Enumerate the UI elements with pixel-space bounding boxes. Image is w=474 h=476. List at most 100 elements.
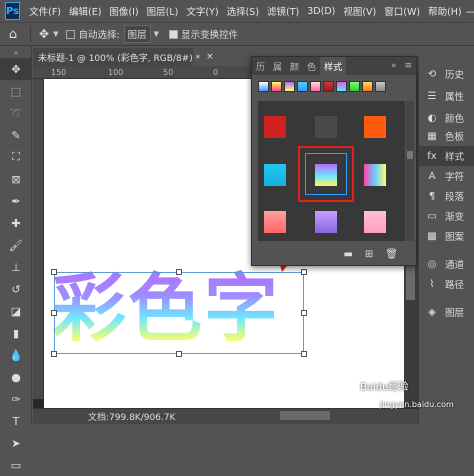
style-thumbnail[interactable] [271, 81, 282, 92]
history-brush-tool-icon[interactable]: ↺ [0, 278, 32, 300]
auto-select-checkbox[interactable] [66, 29, 76, 39]
pen-tool-icon[interactable]: ✑ [0, 388, 32, 410]
transform-handle[interactable] [176, 351, 182, 357]
healing-tool-icon[interactable]: ✚ [0, 212, 32, 234]
gradient-tool-icon[interactable]: ▮ [0, 322, 32, 344]
tab-swatches[interactable]: 色 [303, 60, 320, 73]
dock-history[interactable]: ⟲ 历史 [419, 64, 474, 84]
quick-select-tool-icon[interactable]: ✎ [0, 124, 32, 146]
transform-bounding-box[interactable] [51, 269, 307, 357]
style-preset-rose[interactable] [364, 211, 386, 233]
minimize-button[interactable]: — [466, 5, 474, 18]
panel-footer: ▬ ⊞ 🗑 [252, 243, 416, 265]
ruler-label: 150 [51, 68, 67, 77]
home-icon[interactable]: ⌂ [0, 27, 26, 42]
style-preset-lavender[interactable] [315, 211, 337, 233]
delete-icon[interactable]: 🗑 [385, 249, 398, 260]
style-thumbnail[interactable] [336, 81, 347, 92]
transform-handle[interactable] [51, 351, 57, 357]
dock-patterns[interactable]: ▩ 图案 [419, 226, 474, 246]
paths-icon: ⌇ [429, 278, 435, 290]
tab-styles[interactable]: 样式 [320, 57, 347, 75]
style-preset-orange[interactable] [364, 116, 386, 138]
eyedropper-tool-icon[interactable]: ✒ [0, 190, 32, 212]
crop-tool-icon[interactable]: ⛶ [0, 146, 32, 168]
menu-file[interactable]: 文件(F) [25, 4, 65, 18]
dock-gradients[interactable]: ▭ 渐变 [419, 206, 474, 226]
dock-label: 图案 [445, 232, 465, 243]
collapse-icon[interactable]: » [0, 46, 32, 58]
style-thumbnail[interactable] [310, 81, 321, 92]
transform-handle[interactable] [301, 351, 307, 357]
dock-color[interactable]: ◐ 颜色 [419, 108, 474, 128]
style-preset-red[interactable] [264, 116, 286, 138]
dock-paths[interactable]: ⌇ 路径 [419, 274, 474, 294]
vertical-scroll-thumb[interactable] [406, 262, 415, 300]
style-thumbnail[interactable] [323, 81, 334, 92]
collapse-icon[interactable]: » [387, 61, 401, 71]
blur-tool-icon[interactable]: 💧 [0, 344, 32, 366]
menu-layer[interactable]: 图层(L) [143, 4, 183, 18]
dock-swatches[interactable]: ▦ 色板 [419, 126, 474, 146]
eraser-tool-icon[interactable]: ◪ [0, 300, 32, 322]
panel-scroll-thumb[interactable] [407, 151, 413, 159]
transform-handle[interactable] [51, 269, 57, 275]
dock-properties[interactable]: ☰ 属性 [419, 86, 474, 106]
style-preset-cyan[interactable] [264, 164, 286, 186]
style-thumbnail[interactable] [284, 81, 295, 92]
transform-handle[interactable] [51, 310, 57, 316]
style-thumbnail[interactable] [349, 81, 360, 92]
tab-properties[interactable]: 属 [269, 60, 286, 73]
panel-scrollbar[interactable] [406, 101, 414, 241]
menu-view[interactable]: 视图(V) [339, 4, 380, 18]
new-style-icon[interactable]: ⊞ [365, 249, 373, 260]
stamp-tool-icon[interactable]: ⊥ [0, 256, 32, 278]
dock-character[interactable]: A 字符 [419, 166, 474, 186]
dock-paragraph[interactable]: ¶ 段落 [419, 186, 474, 206]
panel-menu-icon[interactable]: ≡ [400, 61, 416, 71]
chevron-down-icon[interactable]: ▼ [154, 30, 159, 38]
auto-select-dropdown[interactable]: 图层 [123, 25, 151, 43]
dock-layers[interactable]: ◈ 图层 [419, 302, 474, 322]
frame-tool-icon[interactable]: ⊠ [0, 168, 32, 190]
style-preset-gray[interactable] [315, 116, 337, 138]
menu-select[interactable]: 选择(S) [223, 4, 263, 18]
dock-channels[interactable]: ◎ 通道 [419, 254, 474, 274]
style-thumbnail[interactable] [258, 81, 269, 92]
close-icon[interactable]: × [206, 52, 214, 62]
horizontal-scroll-thumb[interactable] [280, 411, 330, 420]
tab-history[interactable]: 历 [252, 60, 269, 73]
dock-label: 色板 [445, 132, 465, 143]
folder-icon[interactable]: ▬ [343, 249, 352, 260]
style-thumbnail[interactable] [362, 81, 373, 92]
dodge-tool-icon[interactable]: ● [0, 366, 32, 388]
move-tool-icon[interactable]: ✥ [0, 58, 32, 80]
ruler-label: 0 [213, 68, 219, 77]
menu-type[interactable]: 文字(Y) [182, 4, 222, 18]
type-tool-icon[interactable]: T [0, 410, 32, 432]
menu-image[interactable]: 图像(I) [105, 4, 142, 18]
show-transform-checkbox[interactable] [169, 29, 179, 39]
menu-filter[interactable]: 滤镜(T) [263, 4, 303, 18]
swatches-icon: ▦ [427, 130, 437, 142]
transform-handle[interactable] [301, 310, 307, 316]
brush-tool-icon[interactable]: 🖌 [0, 234, 32, 256]
document-tab[interactable]: 未标题-1 @ 100% (彩色字, RGB/8#) * × [33, 48, 214, 66]
style-preset-pink[interactable] [264, 211, 286, 233]
move-tool-icon[interactable]: ✥ [39, 27, 49, 41]
menu-window[interactable]: 窗口(W) [380, 4, 424, 18]
style-thumbnail[interactable] [297, 81, 308, 92]
lasso-tool-icon[interactable]: ➰ [0, 102, 32, 124]
dock-styles[interactable]: fx 样式 [419, 146, 474, 166]
menu-help[interactable]: 帮助(H) [424, 4, 466, 18]
tab-color[interactable]: 颜 [286, 60, 303, 73]
menu-edit[interactable]: 编辑(E) [65, 4, 105, 18]
path-select-tool-icon[interactable]: ➤ [0, 432, 32, 454]
menu-3d[interactable]: 3D(D) [303, 6, 339, 17]
chevron-down-icon[interactable]: ▼ [53, 30, 58, 38]
marquee-tool-icon[interactable]: ⬚ [0, 80, 32, 102]
style-thumbnail[interactable] [375, 81, 386, 92]
transform-handle[interactable] [176, 269, 182, 275]
shape-tool-icon[interactable]: ▭ [0, 454, 32, 476]
style-preset-spectrum[interactable] [364, 164, 386, 186]
